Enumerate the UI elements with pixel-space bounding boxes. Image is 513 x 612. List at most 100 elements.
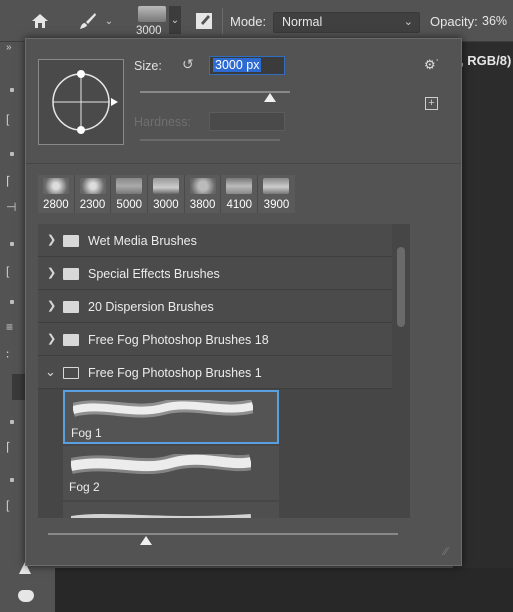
document-area (453, 42, 513, 568)
opacity-value[interactable]: 36% (482, 14, 507, 28)
recent-brush[interactable]: 2800 (38, 175, 75, 213)
brush-preset-picker: Size: ↺ 3000 px Hardness: ⚙˙ + 2800 2300… (25, 38, 462, 566)
brush-stroke-preview (71, 454, 251, 474)
size-slider-thumb[interactable] (264, 93, 276, 102)
brush-group[interactable]: ❯ Special Effects Brushes (38, 257, 392, 290)
mode-select[interactable]: Normal ⌄ (273, 12, 420, 33)
document-tab-info[interactable]: , RGB/8) (460, 53, 511, 68)
tool-icon[interactable]: ⌈ (6, 440, 11, 454)
brush-tip-preview[interactable] (38, 59, 124, 145)
tools-panel: » [ ⌈ ⊣ [ ≡ ∶ ⌈ [ (0, 42, 34, 612)
open-folder-icon (63, 367, 79, 379)
mode-label: Mode: (230, 14, 267, 29)
brush-preset[interactable] (63, 502, 279, 518)
recent-brush[interactable]: 3800 (185, 175, 222, 213)
brush-stroke-preview (71, 514, 251, 518)
tool-icon[interactable] (10, 242, 14, 246)
tool-preset-chevron-icon[interactable]: ⌄ (103, 14, 115, 28)
brush-thumbnail-icon (153, 178, 180, 194)
preview-size-slider-thumb[interactable] (140, 536, 152, 545)
tool-icon[interactable]: ⊣ (6, 200, 16, 214)
gear-icon[interactable]: ⚙˙ (424, 57, 440, 73)
recent-brush-size: 3900 (263, 199, 290, 211)
brush-group-name: Free Fog Photoshop Brushes 18 (88, 333, 269, 347)
brush-size-readout: 3000 (136, 25, 162, 37)
brush-preset-fog-1[interactable]: Fog 1 (63, 390, 279, 444)
recent-brush-size: 3000 (153, 199, 179, 211)
hardness-input[interactable] (209, 112, 285, 131)
resize-grip-icon[interactable]: ∕∕ (444, 546, 448, 558)
active-tool-highlight[interactable] (12, 374, 25, 400)
recent-brush-size: 5000 (116, 199, 143, 211)
smudge-tool-icon[interactable] (18, 590, 34, 602)
tool-icon[interactable] (10, 152, 14, 156)
recent-brush[interactable]: 3900 (258, 175, 295, 213)
brush-thumbnail-icon (226, 178, 253, 194)
home-icon[interactable] (29, 10, 51, 32)
folder-icon (63, 334, 79, 346)
tool-icon[interactable] (10, 300, 14, 304)
canvas-area (55, 568, 513, 612)
tool-icon[interactable] (10, 88, 14, 92)
opacity-label: Opacity: (430, 14, 478, 29)
scrollbar-thumb[interactable] (397, 247, 405, 327)
brush-stroke-preview (73, 400, 253, 418)
brush-group[interactable]: ❯ Free Fog Photoshop Brushes 18 (38, 323, 392, 356)
tool-icon[interactable]: [ (6, 498, 9, 512)
new-preset-icon[interactable]: + (425, 97, 438, 110)
recent-brush-size: 3800 (189, 199, 216, 211)
brush-thumbnail-icon (79, 178, 106, 194)
brush-thumbnail-icon (263, 178, 290, 194)
tool-icon[interactable]: ≡ (6, 320, 13, 334)
recent-brushes: 2800 2300 5000 3000 3800 4100 3900 (38, 175, 295, 213)
recent-brush[interactable]: 4100 (221, 175, 259, 213)
size-value: 3000 px (213, 58, 262, 72)
brush-preset-fog-2[interactable]: Fog 2 (63, 446, 279, 500)
brush-picker-chevron-icon[interactable]: ⌄ (169, 6, 181, 34)
recent-brush[interactable]: 3000 (148, 175, 185, 213)
brush-group-name: Wet Media Brushes (88, 234, 197, 248)
brush-thumbnail-icon (43, 178, 69, 194)
preview-size-slider-track[interactable] (48, 533, 398, 535)
folder-icon (63, 268, 79, 280)
chevron-right-icon[interactable]: ❯ (47, 233, 56, 246)
tool-icon[interactable] (10, 478, 14, 482)
tool-icon[interactable]: ∶ (6, 348, 9, 362)
panel-collapse-icon[interactable]: » (6, 42, 12, 53)
size-input[interactable]: 3000 px (209, 56, 285, 75)
brush-group[interactable]: ❯ 20 Dispersion Brushes (38, 290, 392, 323)
brush-thumbnail-icon (116, 178, 143, 194)
mode-value: Normal (282, 15, 323, 29)
tool-icon[interactable]: [ (6, 264, 9, 278)
chevron-right-icon[interactable]: ❯ (47, 332, 56, 345)
recent-brush-size: 2800 (43, 199, 69, 211)
reset-size-icon[interactable]: ↺ (182, 56, 194, 73)
brush-settings-panel-icon[interactable] (194, 11, 214, 31)
folder-icon (63, 301, 79, 313)
brush-group-name: Special Effects Brushes (88, 267, 220, 281)
brush-icon[interactable] (77, 10, 99, 32)
tool-icon[interactable]: ⌈ (6, 174, 11, 188)
brush-list: ❯ Wet Media Brushes ❯ Special Effects Br… (38, 224, 410, 518)
brush-picker-thumbnail[interactable] (138, 6, 166, 22)
tool-icon[interactable] (10, 420, 14, 424)
options-bar: ⌄ 3000 ⌄ Mode: Normal ⌄ Opacity: 36% (0, 0, 513, 42)
hardness-slider-track[interactable] (140, 139, 280, 141)
brush-group-name: Free Fog Photoshop Brushes 1 (88, 366, 262, 380)
mode-chevron-icon: ⌄ (403, 16, 413, 28)
brush-group-expanded[interactable]: ⌄ Free Fog Photoshop Brushes 1 (38, 356, 392, 389)
recent-brush[interactable]: 5000 (111, 175, 149, 213)
options-divider (222, 8, 223, 34)
divider (26, 163, 461, 164)
chevron-down-icon[interactable]: ⌄ (45, 364, 56, 380)
brush-name: Fog 2 (69, 480, 100, 494)
size-label: Size: (134, 59, 162, 73)
folder-icon (63, 235, 79, 247)
chevron-right-icon[interactable]: ❯ (47, 299, 56, 312)
tool-icon[interactable]: [ (6, 112, 9, 126)
chevron-right-icon[interactable]: ❯ (47, 266, 56, 279)
brush-group[interactable]: ❯ Wet Media Brushes (38, 224, 392, 257)
recent-brush[interactable]: 2300 (75, 175, 112, 213)
brush-thumbnail-icon (189, 178, 216, 194)
brush-name: Fog 1 (71, 426, 102, 440)
